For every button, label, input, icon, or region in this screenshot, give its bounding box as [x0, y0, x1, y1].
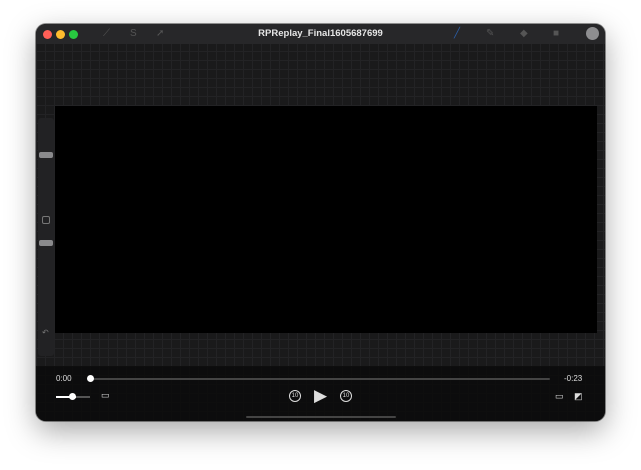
layers-icon: ■	[553, 28, 560, 39]
undo-icon: ↶	[42, 328, 49, 337]
picture-in-picture-icon[interactable]: ◩	[574, 392, 583, 401]
brush-icon: ╱	[454, 28, 461, 39]
eraser-icon: ◆	[520, 28, 528, 39]
skip-back-icon[interactable]: 10	[289, 390, 301, 402]
elapsed-time: 0:00	[56, 374, 72, 383]
modify-button-icon	[42, 216, 50, 224]
title-bar: ⟋ S ➚ RPReplay_Final1605687699 ╱ ✎ ◆ ■	[36, 24, 605, 44]
smudge-icon: ✎	[486, 28, 495, 39]
remaining-time: -0:23	[564, 374, 583, 383]
brush-size-slider	[39, 152, 53, 158]
player-window: ⟋ S ➚ RPReplay_Final1605687699 ╱ ✎ ◆ ■ ↶…	[36, 24, 605, 421]
color-picker-icon	[586, 27, 599, 40]
playback-controls: 0:00 -0:23 ▭ 10 ▶ 10 ▭ ◩	[36, 366, 605, 421]
volume-knob[interactable]	[69, 393, 76, 400]
subtitles-icon[interactable]: ▭	[555, 392, 564, 401]
home-indicator	[246, 416, 396, 418]
scrubber-track[interactable]	[91, 378, 550, 380]
play-icon[interactable]: ▶	[314, 387, 327, 404]
video-frame[interactable]	[55, 106, 597, 333]
opacity-slider	[39, 240, 53, 246]
skip-forward-icon[interactable]: 10	[340, 390, 352, 402]
scrubber-knob[interactable]	[87, 375, 94, 382]
procreate-sidebar: ↶	[38, 118, 54, 356]
airplay-icon[interactable]: ▭	[101, 391, 110, 400]
